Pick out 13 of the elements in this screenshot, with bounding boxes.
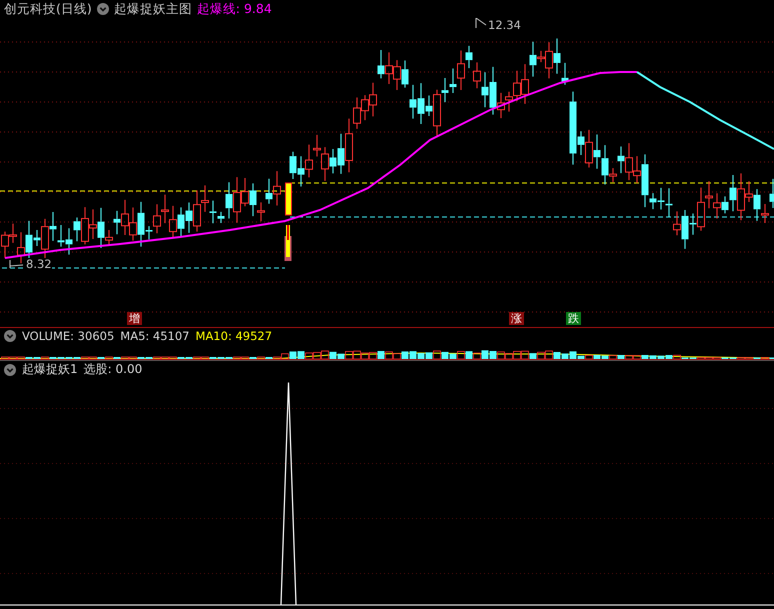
price-high-label: 12.34 bbox=[488, 19, 521, 32]
price-low-label: 8.32 bbox=[26, 258, 52, 271]
indicator-reading: 选股: 0.00 bbox=[84, 361, 142, 378]
indicator-title: 起爆捉妖1 bbox=[22, 361, 78, 378]
ma5-reading: MA5: 45107 bbox=[120, 329, 190, 343]
volume-reading: VOLUME: 30605 bbox=[22, 329, 114, 343]
indicator-name: 起爆捉妖主图 bbox=[114, 0, 192, 18]
signal-label: 跌 bbox=[566, 312, 581, 325]
stock-title: 创元科技(日线) bbox=[4, 0, 92, 18]
signal-label: 涨 bbox=[509, 312, 524, 325]
signal-label: 增 bbox=[127, 312, 142, 325]
line-reading: 起爆线: 9.84 bbox=[196, 0, 272, 18]
ma10-reading: MA10: 49527 bbox=[196, 329, 272, 343]
